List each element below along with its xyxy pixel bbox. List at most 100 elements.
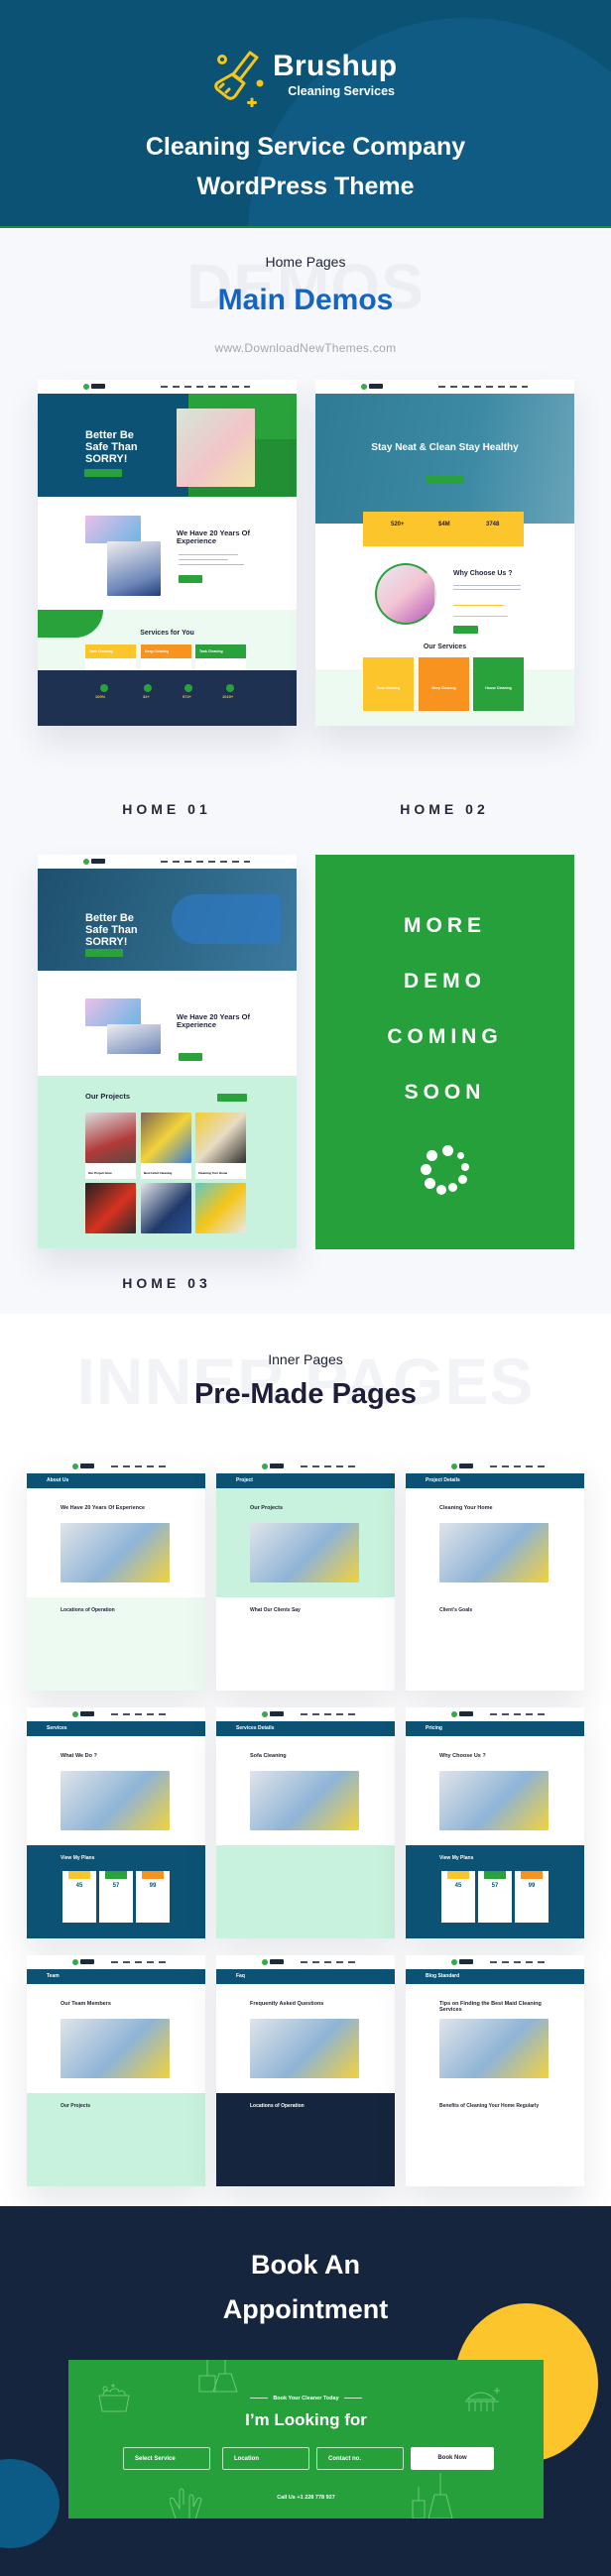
- page-subheadline: View My Plans: [439, 1855, 474, 1861]
- about-photo: [375, 563, 436, 625]
- hero-title-line1: Cleaning Service Company: [145, 133, 466, 161]
- stat-value: 972+: [183, 694, 192, 699]
- page-headline: What We Do ?: [61, 1753, 97, 1759]
- stat-value: 520+: [391, 522, 405, 527]
- projects-title: Our Projects: [85, 1092, 131, 1101]
- brand-tagline: Cleaning Services: [288, 84, 395, 98]
- price-value: 99: [528, 1883, 536, 1889]
- page-preview-image: [439, 1771, 549, 1830]
- mini-navbar: [216, 1460, 395, 1473]
- form-kicker: Book Your Cleaner Today: [68, 2396, 544, 2401]
- inner-page-card[interactable]: Team Our Team Members Our Projects: [27, 1955, 205, 2186]
- service-card-title: Deep Cleaning: [141, 644, 191, 658]
- price-value: 99: [149, 1883, 157, 1889]
- hero-section: [315, 394, 574, 524]
- page-banner-title: Project Details: [426, 1477, 460, 1483]
- page-banner-title: Faq: [236, 1973, 245, 1979]
- inner-page-card[interactable]: Services What We Do ? View My Plans 45 57 99: [27, 1707, 205, 1938]
- services-title: Our Services: [423, 644, 467, 650]
- page-preview-image: [250, 1523, 359, 1582]
- section-title-main-demos: Main Demos: [217, 284, 394, 316]
- page-banner: Faq: [216, 1969, 395, 1984]
- project-title: Our Project Here: [88, 1171, 112, 1175]
- booking-form: Book Your Cleaner Today I’m Looking for …: [68, 2360, 544, 2518]
- section-title-pre-made: Pre-Made Pages: [193, 1378, 418, 1410]
- inner-page-card[interactable]: Project Our Projects What Our Clients Say: [216, 1460, 395, 1691]
- page-headline: Our Team Members: [61, 2001, 111, 2007]
- about-title: We Have 20 Years Of Experience: [177, 1012, 250, 1030]
- brand-name: Brushup: [273, 50, 398, 82]
- inner-page-card[interactable]: Blog Standard Tips on Finding the Best Ma…: [406, 1955, 584, 2186]
- page-banner: Blog Standard: [406, 1969, 584, 1984]
- page-headline: Tips on Finding the Best Maid Cleaning S…: [439, 2001, 542, 2014]
- demo-label-home-01[interactable]: HOME 01: [38, 801, 296, 817]
- mini-navbar: [27, 1707, 205, 1721]
- coming-soon-line: SOON: [404, 1081, 486, 1104]
- page-subheadline: Benefits of Cleaning Your Home Regularly: [439, 2103, 540, 2109]
- book-now-button[interactable]: Book Now: [411, 2447, 494, 2470]
- demo-card-home-02[interactable]: Stay Neat & Clean Stay Healthy 520+ $4M …: [315, 380, 574, 726]
- about-photo-2: [107, 541, 161, 596]
- page-headline: Cleaning Your Home: [439, 1505, 493, 1511]
- page-banner-title: Pricing: [426, 1725, 442, 1731]
- inner-page-card[interactable]: Services Details Sofa Cleaning: [216, 1707, 395, 1938]
- coming-soon-line: COMING: [387, 1025, 503, 1048]
- stat-value: 100%: [95, 694, 106, 699]
- contact-number-field[interactable]: Contact no.: [316, 2447, 404, 2470]
- demo-label-home-02[interactable]: HOME 02: [315, 801, 573, 817]
- demo-card-home-03[interactable]: Better Be Safe Than SORRY! We Have 20 Ye…: [38, 855, 297, 1248]
- page-banner-title: About Us: [47, 1477, 69, 1483]
- page-banner-title: Blog Standard: [426, 1973, 460, 1979]
- about-title: We Have 20 Years Of Experience: [177, 528, 250, 546]
- demo-hero-title: Better Be Safe Than SORRY!: [85, 912, 138, 949]
- page-preview-image: [61, 1771, 170, 1830]
- page-preview-image: [250, 1771, 359, 1830]
- page-subheadline: Locations of Operation: [61, 1607, 115, 1613]
- project-title: Cleaning Your Home: [198, 1171, 228, 1175]
- page-preview-image: [250, 2019, 359, 2078]
- page-subheadline: Locations of Operation: [250, 2103, 305, 2109]
- page-preview-image: [439, 2019, 549, 2078]
- loading-spinner-icon: [420, 1145, 474, 1200]
- mini-navbar: [27, 1955, 205, 1969]
- service-card-title: Tank Cleaning: [195, 644, 246, 658]
- gloves-icon: [170, 2488, 202, 2518]
- inner-page-card[interactable]: Project Details Cleaning Your Home Client'…: [406, 1460, 584, 1691]
- page-headline: We Have 20 Years Of Experience: [61, 1505, 146, 1511]
- services-title: Services for You: [140, 630, 194, 637]
- book-title-line2: Appointment: [222, 2294, 389, 2324]
- stats-section: [38, 670, 297, 726]
- service-card: Deep Cleaning: [419, 657, 469, 711]
- coming-soon-card: MORE DEMO COMING SOON: [315, 855, 574, 1249]
- demo-card-home-01[interactable]: Better Be Safe Than SORRY! We Have 20 Ye…: [38, 380, 297, 726]
- page-banner: Project Details: [406, 1473, 584, 1488]
- inner-page-card[interactable]: Pricing Why Choose Us ? View My Plans 45 57 9…: [406, 1707, 584, 1938]
- page-preview-image: [61, 1523, 170, 1582]
- price-value: 45: [454, 1883, 462, 1889]
- mini-navbar: [216, 1707, 395, 1721]
- demo-hero-title: Better Be Safe Than SORRY!: [85, 429, 138, 466]
- location-field[interactable]: Location: [222, 2447, 309, 2470]
- watermark-url: www.DownloadNewThemes.com: [214, 341, 397, 355]
- service-card-title: House Cleaning: [485, 686, 512, 690]
- page-banner: Services: [27, 1721, 205, 1736]
- page-subheadline: What Our Clients Say: [250, 1607, 301, 1613]
- page-preview-image: [439, 1523, 549, 1582]
- price-value: 57: [112, 1883, 120, 1889]
- coming-soon-line: MORE: [404, 914, 486, 937]
- page-banner: Team: [27, 1969, 205, 1984]
- inner-page-card[interactable]: About Us We Have 20 Years Of Experience Lo…: [27, 1460, 205, 1691]
- hero-photo: [177, 409, 255, 487]
- inner-page-card[interactable]: Faq Frequently Asked Questions Locations o…: [216, 1955, 395, 2186]
- section-kicker-inner: Inner Pages: [268, 1351, 343, 1367]
- demo-hero-title: Stay Neat & Clean Stay Healthy: [371, 442, 519, 453]
- select-service-field[interactable]: Select Service: [123, 2447, 210, 2470]
- page-banner-title: Project: [236, 1477, 253, 1483]
- dustpan-broom-icon: [198, 2360, 238, 2393]
- price-value: 45: [75, 1883, 83, 1889]
- mini-navbar: [406, 1460, 584, 1473]
- mini-navbar: [406, 1955, 584, 1969]
- mini-navbar: [38, 380, 297, 394]
- demo-label-home-03[interactable]: HOME 03: [38, 1275, 296, 1291]
- page-banner-title: Services: [47, 1725, 67, 1731]
